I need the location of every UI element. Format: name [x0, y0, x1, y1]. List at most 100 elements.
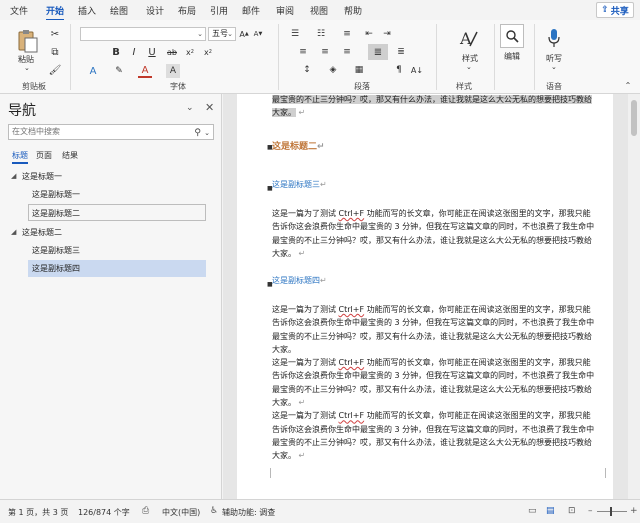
print-layout-icon[interactable]: ▤ [546, 506, 555, 516]
nav-heading-1[interactable]: ◢ 这是标题一 [11, 168, 212, 185]
nav-subheading-4[interactable]: 这是副标题四 [28, 260, 206, 277]
paragraph-mark: ↵ [296, 108, 306, 118]
nav-subheading-2[interactable]: 这是副标题二 [28, 204, 206, 221]
menu-tab[interactable]: 插入 [78, 4, 96, 17]
tab-pages[interactable]: 页面 [36, 150, 52, 161]
styles-button[interactable]: A [456, 26, 480, 50]
find-icon [506, 30, 519, 43]
underline-button[interactable]: U [146, 46, 158, 58]
menu-tab[interactable]: 开始 [46, 4, 65, 21]
borders-icon[interactable]: ▦ [352, 64, 366, 76]
menu-tab[interactable]: 引用 [210, 4, 228, 17]
menu-tab[interactable]: 视图 [310, 4, 328, 17]
strikethrough-icon[interactable]: ab [166, 46, 178, 58]
menu-tab[interactable]: 设计 [146, 4, 164, 17]
text-effects-icon[interactable]: A [86, 64, 100, 78]
paste-button[interactable] [14, 26, 42, 56]
nav-heading-2[interactable]: ◢ 这是标题二 [11, 224, 212, 241]
tab-results[interactable]: 结果 [62, 150, 78, 161]
editing-button[interactable] [500, 24, 524, 48]
doc-line: 告诉你这会浪费你生命中最宝贵的 3 分钟，但我在写这篇文章的同时，不也浪费了我生… [272, 424, 595, 434]
search-icon[interactable]: ⚲ [194, 126, 201, 140]
menu-tab[interactable]: 邮件 [242, 4, 260, 17]
line-spacing-icon[interactable]: ↕ [300, 64, 314, 76]
format-painter-icon[interactable]: 🖌 [48, 63, 62, 77]
paste-dropdown-icon[interactable]: ⌄ [24, 64, 30, 72]
collapse-caret-icon[interactable]: ◢ [11, 224, 16, 241]
zoom-slider-thumb[interactable] [610, 507, 612, 516]
share-button[interactable]: ⇪ 共享 [596, 2, 634, 18]
heading-text: 这是标题二 [272, 142, 318, 152]
vertical-scrollbar[interactable] [628, 94, 640, 499]
nav-heading-label: 这是副标题一 [32, 190, 80, 199]
paragraph-mark: ↵ [296, 451, 306, 461]
menu-tab[interactable]: 帮助 [344, 4, 362, 17]
char-shading-icon[interactable]: A [166, 64, 180, 78]
search-input[interactable] [12, 127, 182, 136]
tab-headings[interactable]: 标题 [12, 150, 28, 164]
justify-icon[interactable]: ≣ [368, 44, 388, 60]
nav-subheading-1[interactable]: 这是副标题一 [32, 186, 212, 203]
paragraph-mark: ↵ [320, 180, 327, 189]
doc-line: 大家。 [272, 451, 296, 461]
styles-icon: A [459, 29, 478, 48]
menu-tab[interactable]: 布局 [178, 4, 196, 17]
nav-search-box[interactable]: ⚲ ⌄ [8, 124, 214, 140]
sort-icon[interactable]: A↓ [410, 64, 424, 76]
zoom-out-icon[interactable]: – [588, 506, 593, 516]
web-layout-icon[interactable]: ⊡ [568, 506, 576, 516]
collapse-caret-icon[interactable]: ◢ [11, 168, 16, 185]
nav-subheading-3[interactable]: 这是副标题三 [32, 242, 212, 259]
nav-options-icon[interactable]: ⌄ [186, 103, 194, 113]
distributed-icon[interactable]: ≣ [394, 46, 408, 58]
zoom-slider[interactable] [597, 511, 627, 512]
align-left-icon[interactable]: ≡ [296, 46, 310, 58]
focus-mode-icon[interactable]: ▭ [528, 506, 537, 516]
document-page[interactable]: 最宝贵的不止三分钟吗？哎，那又有什么办法，谁让我就是这么大公无私的想要把技巧教给… [237, 94, 613, 499]
page-count[interactable]: 第 1 页，共 3 页 [8, 507, 68, 518]
search-dropdown-icon[interactable]: ⌄ [204, 126, 210, 140]
language-status[interactable]: 中文(中国) [162, 507, 200, 518]
accessibility-status[interactable]: 辅助功能: 调查 [222, 507, 275, 518]
styles-dropdown-icon[interactable]: ⌄ [466, 63, 472, 71]
copy-icon[interactable]: ⧉ [48, 45, 62, 59]
collapse-ribbon-icon[interactable]: ⌃ [622, 80, 634, 90]
decrease-indent-icon[interactable]: ⇤ [362, 28, 376, 40]
font-size-combo[interactable]: 五号 ⌄ [208, 27, 236, 41]
accessibility-icon[interactable]: ♿ [210, 506, 218, 516]
proofing-icon[interactable]: ⎙ [142, 506, 149, 516]
bold-button[interactable]: B [110, 46, 122, 58]
bullets-icon[interactable]: ☰ [288, 28, 302, 40]
grow-font-icon[interactable]: A ▲ [238, 28, 250, 40]
highlight-icon[interactable]: ✎ [112, 64, 126, 78]
shading-icon[interactable]: ◈ [326, 64, 340, 76]
doc-paragraph: 这是一篇为了测试 Ctrl+F 功能而写的长文章，你可能正在阅读这张图里的文字，… [272, 207, 622, 260]
menu-tab[interactable]: 绘图 [110, 4, 128, 17]
numbering-icon[interactable]: ☷ [314, 28, 328, 40]
show-marks-icon[interactable]: ¶ [392, 64, 406, 76]
doc-line: 最宝贵的不止三分钟吗？哎，那又有什么办法，谁让我就是这么大公无私的想要把技巧教给 [272, 331, 592, 341]
subscript-icon[interactable]: x2 [184, 46, 196, 58]
dictate-dropdown-icon[interactable]: ⌄ [551, 63, 557, 71]
shrink-font-icon[interactable]: A ▼ [252, 28, 264, 40]
dictate-button[interactable] [544, 26, 564, 50]
zoom-in-icon[interactable]: + [630, 506, 638, 516]
font-name-combo[interactable]: ⌄ [80, 27, 206, 41]
nav-title: 导航 [8, 103, 36, 119]
cut-icon[interactable]: ✂ [48, 27, 62, 41]
italic-button[interactable]: I [128, 46, 140, 58]
heading-text: 这是副标题四 [272, 276, 320, 285]
superscript-icon[interactable]: x2 [202, 46, 214, 58]
multilevel-list-icon[interactable]: ≡ [340, 28, 354, 40]
menu-tab[interactable]: 文件 [10, 4, 28, 17]
document-area: 最宝贵的不止三分钟吗？哎，那又有什么办法，谁让我就是这么大公无私的想要把技巧教给… [223, 94, 628, 499]
word-count[interactable]: 126/874 个字 [78, 507, 130, 518]
align-right-icon[interactable]: ≡ [340, 46, 354, 58]
font-color-icon[interactable]: A [138, 64, 152, 78]
align-center-icon[interactable]: ≡ [318, 46, 332, 58]
scrollbar-thumb[interactable] [631, 100, 637, 136]
menu-tab[interactable]: 审阅 [276, 4, 294, 17]
increase-indent-icon[interactable]: ⇥ [380, 28, 394, 40]
edit-label: 编辑 [504, 52, 520, 61]
close-icon[interactable]: ✕ [205, 101, 214, 114]
